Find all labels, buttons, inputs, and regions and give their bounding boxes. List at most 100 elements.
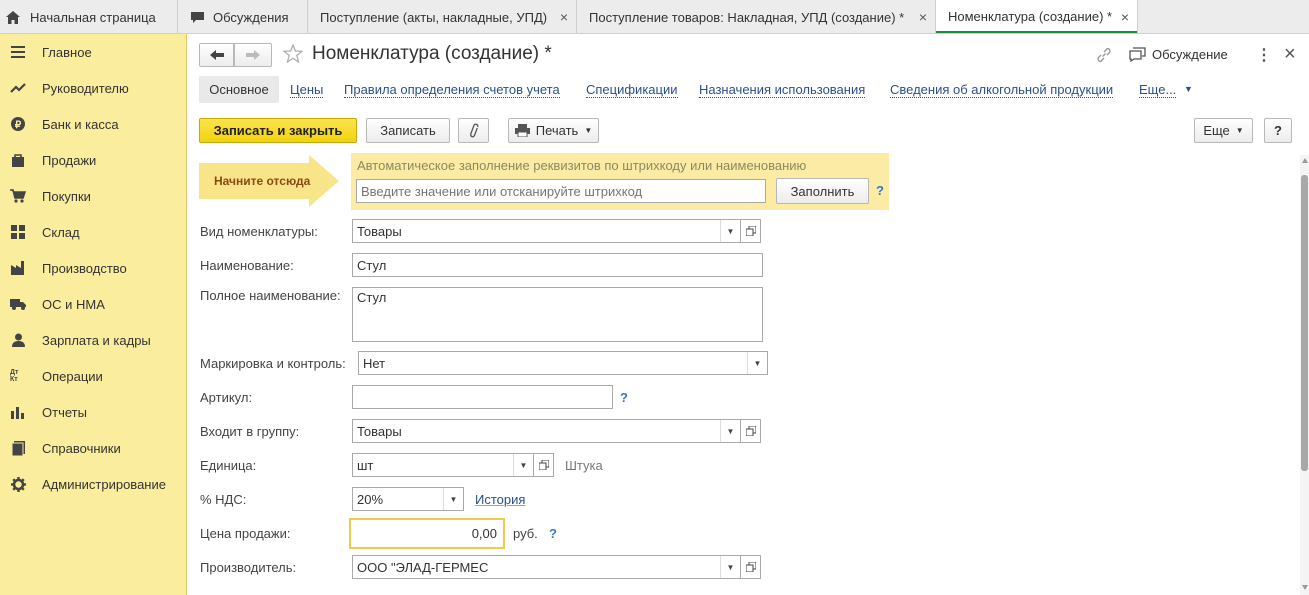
scrollbar-thumb[interactable] xyxy=(1301,175,1308,471)
price-help-icon[interactable]: ? xyxy=(549,526,557,541)
sidebar-item-warehouse[interactable]: Склад xyxy=(0,214,187,250)
close-icon[interactable]: × xyxy=(560,9,568,25)
open-icon[interactable] xyxy=(741,419,761,443)
tab-discussions[interactable]: Обсуждения xyxy=(178,0,308,34)
open-icon[interactable] xyxy=(534,453,554,477)
sidebar-item-manager[interactable]: Руководителю xyxy=(0,70,187,106)
article-field[interactable] xyxy=(352,385,613,409)
tab-main[interactable]: Основное xyxy=(199,76,279,103)
tab-label: Начальная страница xyxy=(30,9,156,25)
sidebar-item-label: Главное xyxy=(42,44,92,60)
nav-alcohol-link[interactable]: Сведения об алкогольной продукции xyxy=(890,82,1114,98)
open-icon[interactable] xyxy=(741,219,761,243)
sidebar-item-salary[interactable]: Зарплата и кадры xyxy=(0,322,187,358)
article-help-icon[interactable]: ? xyxy=(620,390,628,405)
scroll-down-icon[interactable] xyxy=(1302,585,1308,590)
scroll-up-icon[interactable] xyxy=(1302,158,1308,163)
close-icon[interactable]: × xyxy=(919,9,927,25)
nav-more-link[interactable]: Еще... xyxy=(1139,82,1177,98)
tab-nomenclature[interactable]: Номенклатура (создание) * × xyxy=(936,0,1138,33)
bag-icon xyxy=(10,152,26,168)
unit-select[interactable]: шт ▼ xyxy=(352,453,534,477)
attach-button[interactable] xyxy=(458,118,489,143)
kind-value: Товары xyxy=(357,223,402,239)
chevron-down-icon[interactable]: ▼ xyxy=(747,352,767,374)
autofill-help-icon[interactable]: ? xyxy=(876,183,884,198)
nav-prices-link[interactable]: Цены xyxy=(290,82,324,98)
book-icon xyxy=(10,440,26,456)
link-icon[interactable] xyxy=(1096,47,1112,66)
autofill-title: Автоматическое заполнение реквизитов по … xyxy=(357,158,807,173)
sidebar-item-assets[interactable]: ОС и НМА xyxy=(0,286,187,322)
paperclip-icon xyxy=(469,123,478,137)
chevron-down-icon[interactable]: ▼ xyxy=(720,420,740,442)
price-field[interactable]: 0,00 xyxy=(349,518,505,549)
forward-button[interactable] xyxy=(234,43,272,67)
chevron-down-icon[interactable]: ▼ xyxy=(443,488,463,510)
sidebar-item-reports[interactable]: Отчеты xyxy=(0,394,187,430)
vat-history-link[interactable]: История xyxy=(475,492,525,507)
back-button[interactable] xyxy=(199,43,234,67)
tab-receipts[interactable]: Поступление (акты, накладные, УПД) × xyxy=(308,0,577,34)
sidebar-item-label: Зарплата и кадры xyxy=(42,332,151,348)
discussion-button[interactable]: Обсуждение xyxy=(1129,47,1228,62)
kind-select[interactable]: Товары ▼ xyxy=(352,219,741,243)
start-here-label: Начните отсюда xyxy=(214,174,311,188)
chevron-down-icon[interactable]: ▼ xyxy=(513,454,533,476)
sidebar-item-directories[interactable]: Справочники xyxy=(0,430,187,466)
name-field[interactable]: Стул xyxy=(352,253,763,277)
group-label: Входит в группу: xyxy=(200,424,300,439)
sidebar-item-label: ОС и НМА xyxy=(42,296,105,312)
nav-usage-link[interactable]: Назначения использования xyxy=(699,82,866,98)
open-icon[interactable] xyxy=(741,555,761,579)
sidebar-item-operations[interactable]: Дт Кт Операции xyxy=(0,358,187,394)
chevron-down-icon[interactable]: ▼ xyxy=(720,556,740,578)
sidebar-item-bank[interactable]: ₽ Банк и касса xyxy=(0,106,187,142)
name-value: Стул xyxy=(357,257,387,273)
nav-accounting-rules-link[interactable]: Правила определения счетов учета xyxy=(344,82,560,98)
sidebar-item-admin[interactable]: Администрирование xyxy=(0,466,187,502)
save-and-close-button[interactable]: Записать и закрыть xyxy=(199,118,357,143)
nav-specifications-link[interactable]: Спецификации xyxy=(586,82,678,98)
star-icon[interactable] xyxy=(282,43,304,66)
more-menu-icon[interactable]: ⋮ xyxy=(1256,45,1272,65)
tab-home[interactable]: Начальная страница xyxy=(0,0,178,34)
chevron-down-icon[interactable]: ▼ xyxy=(1184,84,1193,94)
print-button[interactable]: Печать ▼ xyxy=(508,118,599,143)
marking-select[interactable]: Нет ▼ xyxy=(358,351,768,375)
chat-icon xyxy=(1129,47,1146,62)
tab-goods-receipt[interactable]: Поступление товаров: Накладная, УПД (соз… xyxy=(577,0,936,34)
close-icon[interactable]: × xyxy=(1284,43,1296,66)
discussion-label: Обсуждение xyxy=(1152,47,1228,62)
maker-label: Производитель: xyxy=(200,560,297,575)
group-select[interactable]: Товары ▼ xyxy=(352,419,741,443)
page-title: Номенклатура (создание) * xyxy=(312,43,552,64)
save-button[interactable]: Записать xyxy=(366,118,450,143)
factory-icon xyxy=(10,260,26,276)
person-icon xyxy=(10,332,26,348)
vat-label: % НДС: xyxy=(200,492,247,507)
full-name-field[interactable]: Стул xyxy=(352,287,763,342)
marking-label: Маркировка и контроль: xyxy=(200,356,346,371)
vat-select[interactable]: 20% ▼ xyxy=(352,487,464,511)
tab-bar: Начальная страница Обсуждения Поступлени… xyxy=(0,0,1309,34)
full-name-label: Полное наименование: xyxy=(200,288,341,303)
sidebar-item-production[interactable]: Производство xyxy=(0,250,187,286)
full-name-value: Стул xyxy=(357,290,387,305)
vat-value: 20% xyxy=(357,491,384,507)
sidebar-item-main[interactable]: Главное xyxy=(0,34,187,70)
maker-select[interactable]: ООО "ЭЛАД-ГЕРМЕС ▼ xyxy=(352,555,741,579)
truck-icon xyxy=(10,296,26,312)
sidebar-item-label: Операции xyxy=(42,368,103,384)
unit-value: шт xyxy=(357,457,374,473)
sidebar-item-purchases[interactable]: Покупки xyxy=(0,178,187,214)
barcode-search-input[interactable] xyxy=(356,179,766,203)
fill-button[interactable]: Заполнить xyxy=(776,178,869,204)
more-button[interactable]: Еще ▼ xyxy=(1194,118,1253,143)
close-icon[interactable]: × xyxy=(1121,9,1129,25)
sidebar-item-sales[interactable]: Продажи xyxy=(0,142,187,178)
cart-icon xyxy=(10,188,26,204)
sidebar-item-label: Продажи xyxy=(42,152,97,168)
chevron-down-icon[interactable]: ▼ xyxy=(720,220,740,242)
help-button[interactable]: ? xyxy=(1264,118,1292,143)
